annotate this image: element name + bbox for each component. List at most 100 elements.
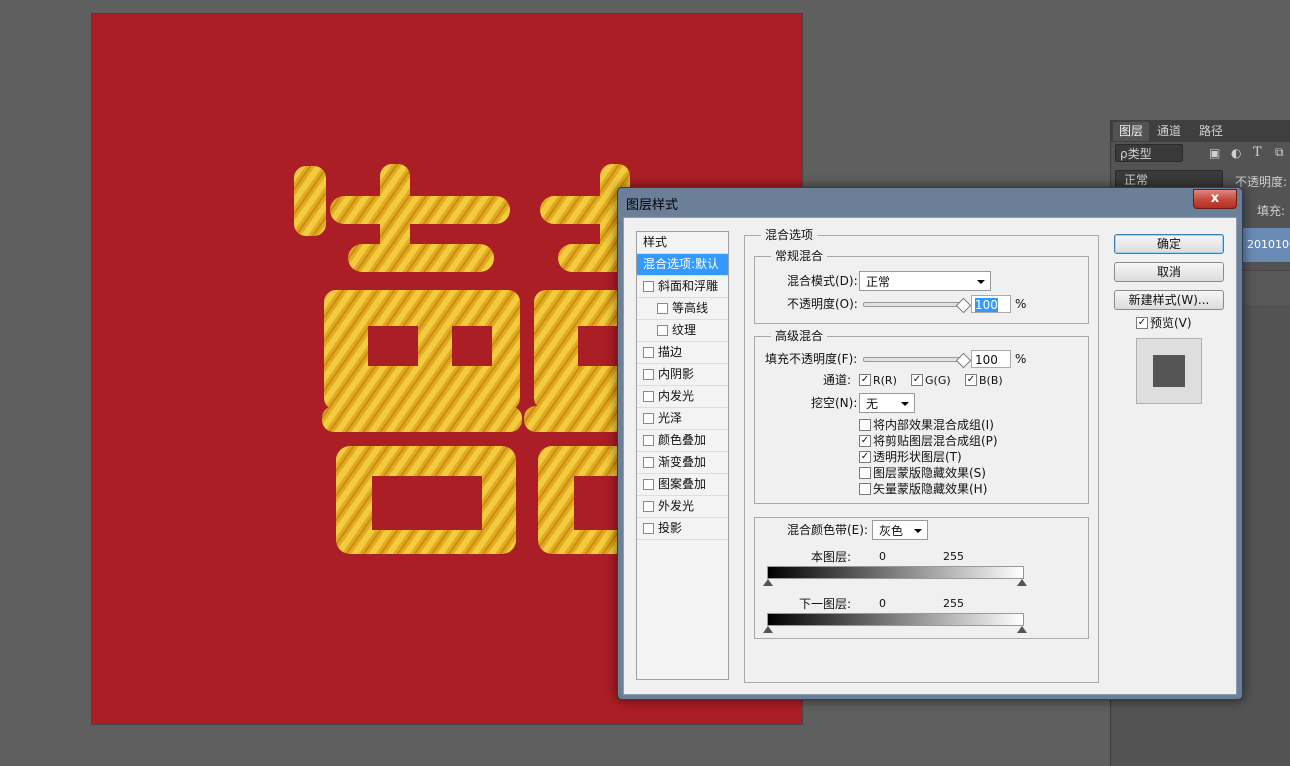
cancel-button[interactable]: 取消: [1114, 262, 1224, 282]
blend-clipped-layers-checkbox[interactable]: ✓: [859, 435, 871, 447]
image-filter-icon[interactable]: ▣: [1209, 146, 1220, 160]
tab-layers[interactable]: 图层: [1113, 122, 1150, 141]
style-item-checkbox[interactable]: [643, 347, 654, 358]
knockout-value: 无: [866, 397, 879, 411]
general-blending-group: 常规混合 混合模式(D): 正常 不透明度(O): 100 %: [754, 249, 1089, 324]
style-item-checkbox[interactable]: [657, 325, 668, 336]
layer-filter-dropdown[interactable]: ρ类型: [1115, 144, 1183, 162]
style-item-checkbox[interactable]: [657, 303, 668, 314]
general-blending-title: 常规混合: [771, 249, 828, 263]
ok-button[interactable]: 确定: [1114, 234, 1224, 254]
fill-opacity-input[interactable]: 100: [971, 350, 1011, 368]
advanced-blending-group: 高级混合 填充不透明度(F): 100 % 通道: ✓ R(R) ✓ G(G) …: [754, 329, 1089, 504]
channel-r-label: R(R): [873, 374, 897, 387]
style-item-1[interactable]: 混合选项:默认: [637, 254, 728, 276]
blend-clipped-layers-label: 将剪贴图层混合成组(P): [873, 434, 998, 448]
style-item-5[interactable]: 描边: [637, 342, 728, 364]
blend-if-label: 混合颜色带(E):: [787, 523, 868, 537]
fill-opacity-label: 填充不透明度(F):: [765, 352, 858, 366]
vector-mask-hides-effects-checkbox[interactable]: [859, 483, 871, 495]
style-item-checkbox[interactable]: [643, 281, 654, 292]
style-item-11[interactable]: 图案叠加: [637, 474, 728, 496]
tab-channels[interactable]: 通道: [1151, 122, 1187, 141]
blend-mode-dropdown[interactable]: 正常: [859, 271, 991, 291]
underlying-layer-gradient: [767, 613, 1024, 626]
adjustment-filter-icon[interactable]: ◐: [1231, 146, 1241, 160]
style-item-checkbox[interactable]: [643, 479, 654, 490]
opacity-slider[interactable]: [863, 302, 965, 307]
opacity-input[interactable]: 100: [971, 295, 1011, 313]
this-layer-gradient: [767, 566, 1024, 579]
this-layer-black-slider[interactable]: [763, 579, 773, 586]
chevron-down-icon: [901, 402, 909, 406]
underlying-layer-label: 下一图层:: [799, 597, 852, 611]
style-item-checkbox[interactable]: [643, 523, 654, 534]
style-item-7[interactable]: 内发光: [637, 386, 728, 408]
style-item-4[interactable]: 纹理: [637, 320, 728, 342]
style-item-13[interactable]: 投影: [637, 518, 728, 540]
style-item-label: 样式: [643, 235, 668, 249]
style-item-6[interactable]: 内阴影: [637, 364, 728, 386]
advanced-blending-title: 高级混合: [771, 329, 828, 343]
this-layer-white-slider[interactable]: [1017, 579, 1027, 586]
style-item-checkbox[interactable]: [643, 369, 654, 380]
style-item-checkbox[interactable]: [643, 457, 654, 468]
layer-name: 2010100: [1247, 238, 1290, 251]
this-layer-min: 0: [879, 550, 886, 563]
channels-label: 通道:: [823, 373, 852, 387]
style-item-9[interactable]: 颜色叠加: [637, 430, 728, 452]
layer-blend-mode-dropdown[interactable]: 正常: [1115, 170, 1223, 188]
style-item-label: 等高线: [672, 301, 709, 315]
fill-opacity-percent: %: [1015, 352, 1027, 366]
blend-interior-effects-checkbox[interactable]: [859, 419, 871, 431]
new-style-button[interactable]: 新建样式(W)...: [1114, 290, 1224, 310]
opacity-percent: %: [1015, 297, 1027, 311]
channel-r-checkbox[interactable]: ✓: [859, 374, 871, 386]
style-item-checkbox[interactable]: [643, 501, 654, 512]
style-item-2[interactable]: 斜面和浮雕: [637, 276, 728, 298]
fill-opacity-slider-thumb[interactable]: [955, 352, 972, 369]
channel-b-checkbox[interactable]: ✓: [965, 374, 977, 386]
fill-opacity-slider[interactable]: [863, 357, 965, 362]
transparency-shapes-layer-label: 透明形状图层(T): [873, 450, 962, 464]
style-item-checkbox[interactable]: [643, 391, 654, 402]
dialog-body: 样式混合选项:默认斜面和浮雕等高线纹理描边 内阴影 内发光光泽颜色叠加渐变叠加图案叠…: [623, 217, 1237, 695]
style-item-8[interactable]: 光泽: [637, 408, 728, 430]
style-item-0[interactable]: 样式: [637, 232, 728, 254]
transparency-shapes-layer-checkbox[interactable]: ✓: [859, 451, 871, 463]
blend-interior-effects-label: 将内部效果混合成组(I): [873, 418, 994, 432]
type-filter-icon[interactable]: T: [1253, 145, 1262, 160]
layer-mask-hides-effects-checkbox[interactable]: [859, 467, 871, 479]
close-button[interactable]: x: [1193, 189, 1237, 209]
style-item-3[interactable]: 等高线: [637, 298, 728, 320]
underlying-layer-black-slider[interactable]: [763, 626, 773, 633]
opacity-label: 不透明度(O):: [787, 297, 858, 311]
knockout-dropdown[interactable]: 无: [859, 393, 915, 413]
style-item-checkbox[interactable]: [643, 435, 654, 446]
style-item-label: 外发光: [658, 499, 695, 513]
blending-options-title: 混合选项: [761, 228, 818, 242]
layer-opacity-label: 不透明度:: [1235, 175, 1288, 189]
style-item-label: 渐变叠加: [658, 455, 707, 469]
knockout-label: 挖空(N):: [811, 396, 858, 410]
blend-mode-value: 正常: [866, 275, 891, 289]
style-item-label: 图案叠加: [658, 477, 707, 491]
style-item-12[interactable]: 外发光: [637, 496, 728, 518]
tab-paths[interactable]: 路径: [1193, 122, 1229, 141]
style-list: 样式混合选项:默认斜面和浮雕等高线纹理描边 内阴影 内发光光泽颜色叠加渐变叠加图案叠…: [636, 231, 729, 680]
style-item-10[interactable]: 渐变叠加: [637, 452, 728, 474]
opacity-slider-thumb[interactable]: [955, 297, 972, 314]
channel-g-checkbox[interactable]: ✓: [911, 374, 923, 386]
underlying-layer-white-slider[interactable]: [1017, 626, 1027, 633]
layer-mask-hides-effects-label: 图层蒙版隐藏效果(S): [873, 466, 986, 480]
blend-if-dropdown[interactable]: 灰色: [872, 520, 928, 540]
style-item-label: 纹理: [672, 323, 697, 337]
layer-style-dialog: 图层样式 x 样式 混合选项:默认 斜面和浮雕 等高线 纹理 描边 内阴影 内发光 光泽 颜色叠加…: [617, 187, 1243, 700]
style-item-checkbox[interactable]: [643, 413, 654, 424]
this-layer-max: 255: [943, 550, 964, 563]
shape-filter-icon[interactable]: ⧉: [1275, 145, 1284, 160]
blend-if-value: 灰色: [879, 524, 904, 538]
preview-checkbox[interactable]: ✓: [1136, 317, 1148, 329]
style-item-label: 光泽: [658, 411, 683, 425]
style-item-label: 斜面和浮雕: [658, 279, 719, 293]
